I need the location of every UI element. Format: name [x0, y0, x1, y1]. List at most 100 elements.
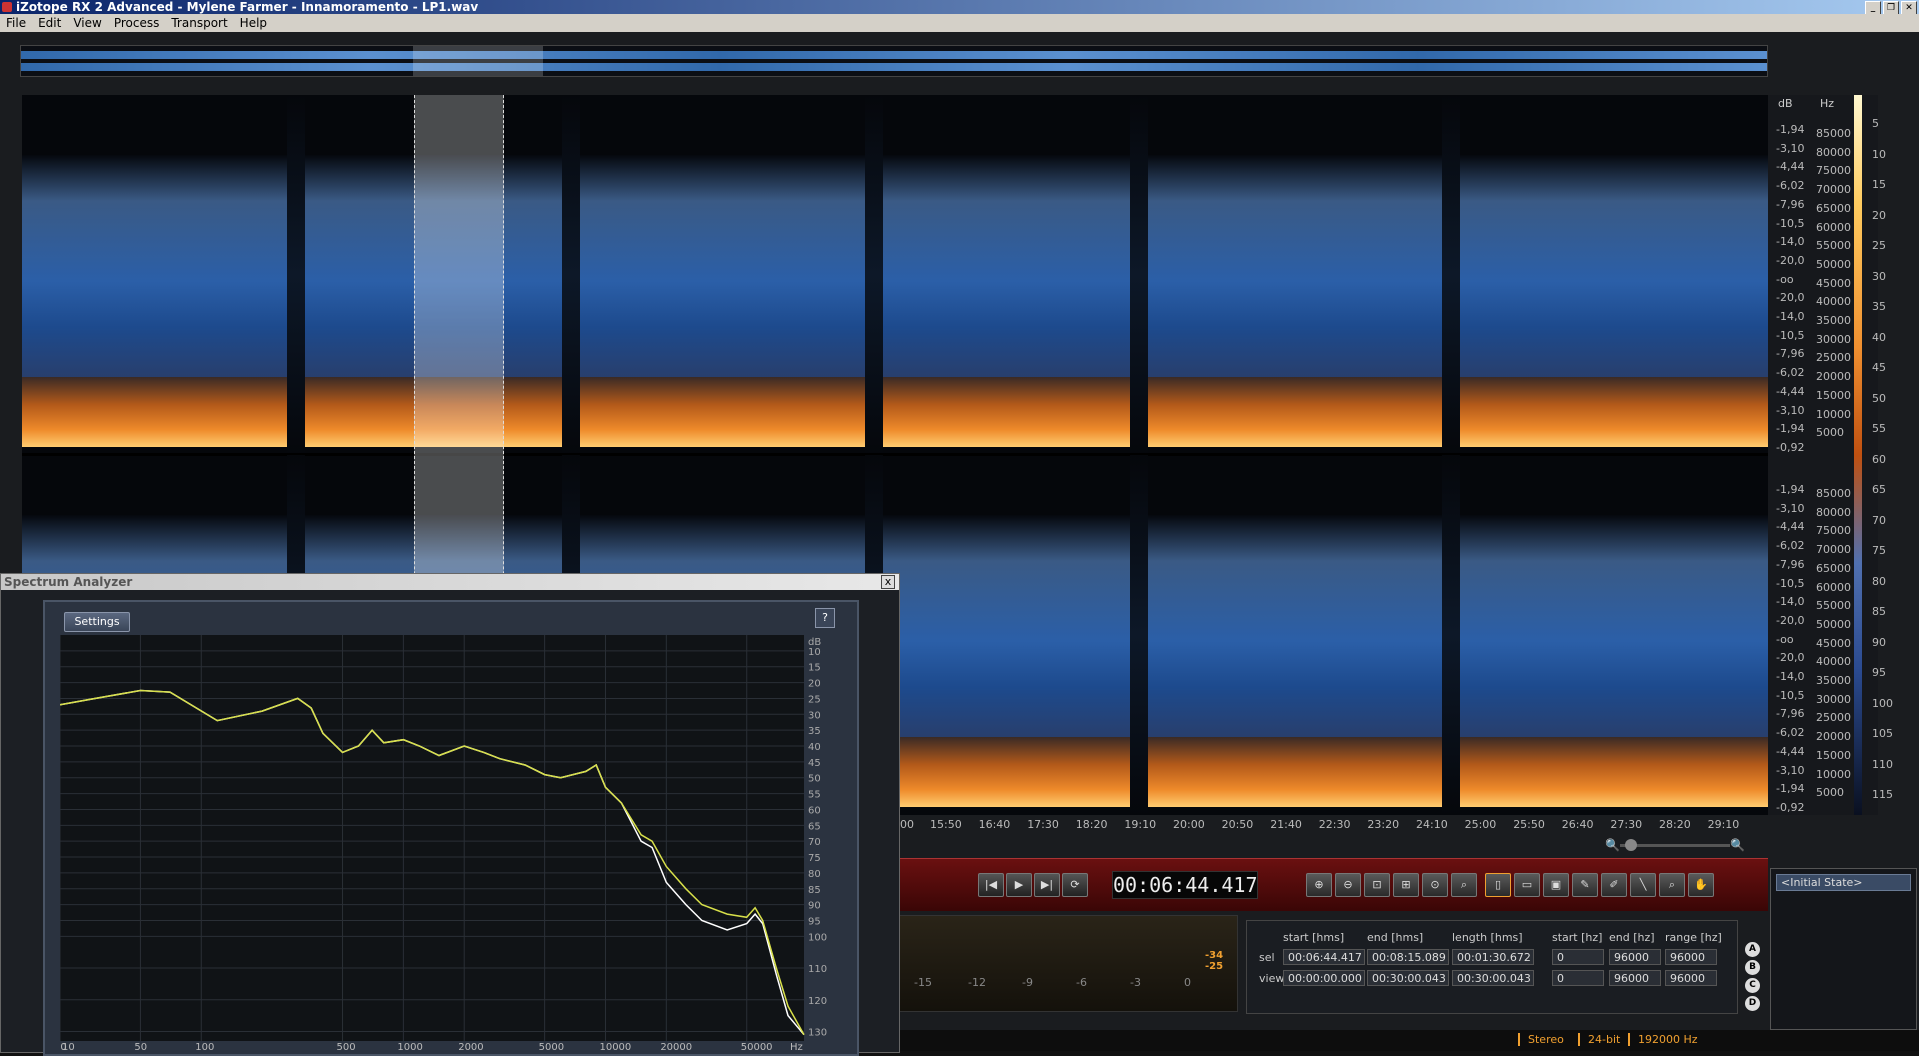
- zoom-fit-icon[interactable]: ⊞: [1393, 873, 1419, 897]
- selection-header: start [hms]: [1283, 931, 1345, 944]
- menu-help[interactable]: Help: [234, 16, 273, 30]
- menu-transport[interactable]: Transport: [165, 16, 233, 30]
- spectrum-analyzer-title[interactable]: Spectrum Analyzer: [1, 574, 899, 590]
- wand-tool-icon[interactable]: ╲: [1630, 873, 1656, 897]
- db-label: -3,10: [1776, 403, 1805, 417]
- go-to-start-icon[interactable]: |◀: [978, 873, 1004, 897]
- rect-select-tool-icon[interactable]: ▣: [1543, 873, 1569, 897]
- time-select-tool-icon[interactable]: ▯: [1485, 873, 1511, 897]
- snapshot-d-button[interactable]: D: [1745, 996, 1760, 1011]
- zoom-in-icon[interactable]: 🔍: [1730, 838, 1745, 852]
- hz-label: 75000: [1816, 164, 1851, 178]
- snapshot-buttons: A B C D: [1745, 942, 1765, 1017]
- hz-label: 55000: [1816, 239, 1851, 253]
- selection-row-label: view: [1259, 972, 1285, 985]
- time-tick-label: 24:10: [1416, 818, 1448, 831]
- selection-field[interactable]: 0: [1552, 949, 1604, 965]
- zoom-time-icon[interactable]: ⊙: [1422, 873, 1448, 897]
- colorbar-label: 90: [1872, 635, 1886, 649]
- settings-button[interactable]: Settings: [64, 612, 130, 632]
- hz-label: 80000: [1816, 505, 1851, 519]
- colorbar-label: 75: [1872, 544, 1886, 557]
- selection-field[interactable]: 96000: [1665, 949, 1717, 965]
- selection-field[interactable]: 00:30:00.043: [1452, 970, 1534, 986]
- zoom-tool-icon[interactable]: ⌕: [1659, 873, 1685, 897]
- spectrum-analyzer-close-icon[interactable]: x: [881, 575, 895, 589]
- db-label: -oo: [1776, 272, 1794, 286]
- colorbar-label: 40: [1872, 330, 1886, 344]
- loop-icon[interactable]: ⟳: [1062, 873, 1088, 897]
- y-tick-label: 80: [808, 869, 821, 880]
- time-tick-label: 15:50: [930, 818, 962, 831]
- selection-row-label: sel: [1259, 951, 1275, 964]
- db-label: -10,5: [1776, 328, 1805, 342]
- selection-field[interactable]: 00:00:00.000: [1283, 970, 1365, 986]
- db-label: -14,0: [1776, 595, 1805, 609]
- lasso-tool-icon[interactable]: ✎: [1572, 873, 1598, 897]
- selection-field[interactable]: 00:08:15.089: [1367, 949, 1449, 965]
- db-label: -0,92: [1776, 800, 1805, 814]
- menu-view[interactable]: View: [67, 16, 107, 30]
- close-icon[interactable]: ✕: [1901, 1, 1917, 15]
- zoom-out-icon[interactable]: 🔍: [1605, 838, 1620, 852]
- x-tick-label: 5000: [539, 1042, 564, 1051]
- db-label: -4,44: [1776, 520, 1805, 534]
- waveform-overview[interactable]: [20, 45, 1768, 77]
- y-tick-label: 30: [808, 710, 821, 721]
- hz-label: 50000: [1816, 257, 1851, 271]
- history-item[interactable]: <Initial State>: [1776, 874, 1911, 891]
- colorbar-label: 95: [1872, 666, 1886, 679]
- selection-field[interactable]: 96000: [1609, 970, 1661, 986]
- selection-field[interactable]: 0: [1552, 970, 1604, 986]
- gap: [1130, 95, 1148, 455]
- db-label: -1,94: [1776, 483, 1805, 496]
- selection-field[interactable]: 00:06:44.417: [1283, 949, 1365, 965]
- hz-label: 25000: [1816, 351, 1851, 365]
- minimize-icon[interactable]: _: [1865, 1, 1881, 15]
- overview-selection[interactable]: [413, 46, 543, 76]
- selection-field[interactable]: 96000: [1609, 949, 1661, 965]
- zoom-knob[interactable]: [1625, 839, 1637, 851]
- horizontal-zoom[interactable]: 🔍 🔍: [1605, 837, 1745, 853]
- colorbar-label: 70: [1872, 513, 1886, 527]
- selection-header: range [hz]: [1665, 931, 1722, 944]
- db-label: -6,02: [1776, 539, 1805, 553]
- meter-tick-label: -12: [968, 976, 986, 989]
- play-selection-icon[interactable]: ▶|: [1034, 873, 1060, 897]
- colorbar-label: 60: [1872, 452, 1886, 466]
- freq-select-tool-icon[interactable]: ▭: [1514, 873, 1540, 897]
- hz-label: 85000: [1816, 487, 1851, 500]
- snapshot-b-button[interactable]: B: [1745, 960, 1760, 975]
- zoom-in-tool-icon[interactable]: ⊕: [1306, 873, 1332, 897]
- snapshot-c-button[interactable]: C: [1745, 978, 1760, 993]
- status-channels: Stereo: [1518, 1033, 1564, 1046]
- db-label: -oo: [1776, 632, 1794, 646]
- status-samplerate: 192000 Hz: [1628, 1033, 1698, 1046]
- y-tick-label: 25: [808, 694, 821, 705]
- brush-tool-icon[interactable]: ✐: [1601, 873, 1627, 897]
- selection-header: start [hz]: [1552, 931, 1603, 944]
- snapshot-a-button[interactable]: A: [1745, 942, 1760, 957]
- gap: [562, 95, 580, 455]
- play-icon[interactable]: ▶: [1006, 873, 1032, 897]
- zoom-freq-icon[interactable]: ⌕: [1451, 873, 1477, 897]
- selection-field[interactable]: 96000: [1665, 970, 1717, 986]
- channel-left[interactable]: [22, 95, 1768, 455]
- selection-field[interactable]: 00:01:30.672: [1452, 949, 1534, 965]
- y-tick-label: 60: [808, 805, 821, 816]
- zoom-out-tool-icon[interactable]: ⊖: [1335, 873, 1361, 897]
- selection-header: end [hms]: [1367, 931, 1424, 944]
- selection-field[interactable]: 00:30:00.043: [1367, 970, 1449, 986]
- colorbar-label: 15: [1872, 178, 1886, 191]
- zoom-selection-icon[interactable]: ⊡: [1364, 873, 1390, 897]
- hand-tool-icon[interactable]: ✋: [1688, 873, 1714, 897]
- help-button[interactable]: ?: [815, 608, 835, 628]
- hz-label: 15000: [1816, 748, 1851, 762]
- level-meter: -15 -12 -9 -6 -3 0 -34 -25: [898, 915, 1238, 1012]
- hz-label: 65000: [1816, 561, 1851, 575]
- menu-process[interactable]: Process: [108, 16, 166, 30]
- menu-file[interactable]: File: [0, 16, 32, 30]
- restore-icon[interactable]: ❐: [1883, 1, 1899, 15]
- time-tick-label: 20:50: [1221, 818, 1254, 831]
- menu-edit[interactable]: Edit: [32, 16, 67, 30]
